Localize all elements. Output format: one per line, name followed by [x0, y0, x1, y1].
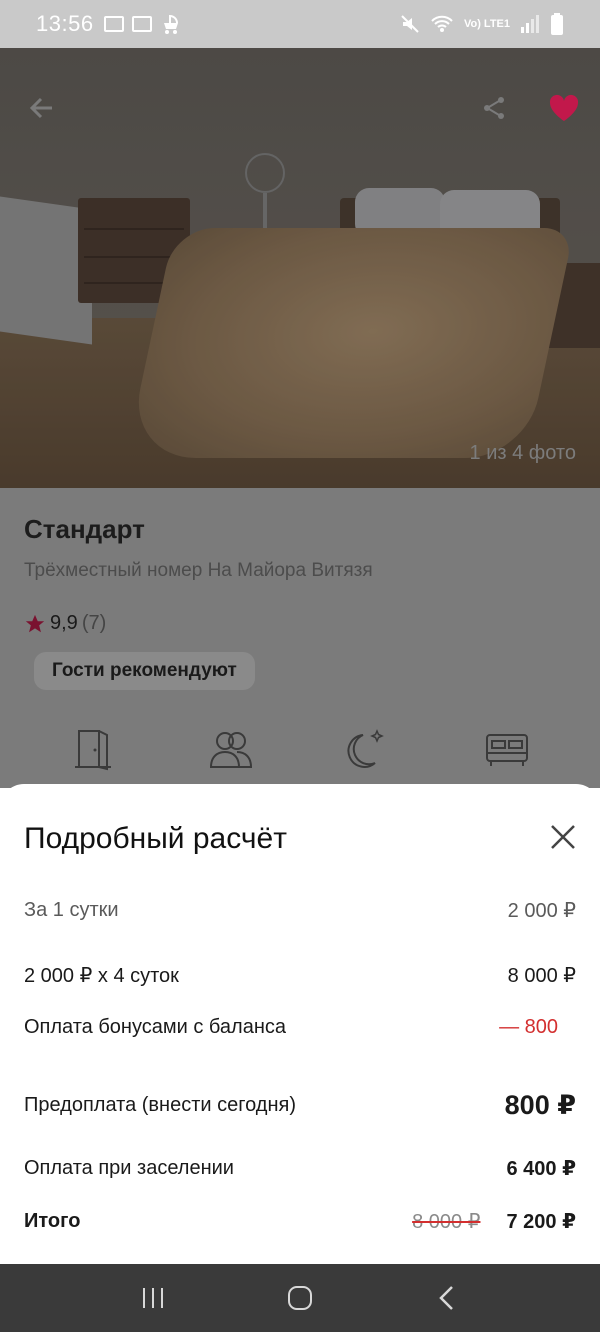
- recent-apps-icon: [143, 1288, 164, 1308]
- recent-apps-button[interactable]: [129, 1274, 177, 1322]
- row-label: 2 000 ₽ x 4 суток: [24, 965, 179, 987]
- battery-icon: [551, 13, 563, 35]
- status-icons-right: Vo) LTE1: [400, 13, 564, 35]
- sheet-title: Подробный расчёт: [24, 822, 287, 855]
- row-value: 2 000 ₽: [507, 900, 576, 922]
- wifi-icon: [431, 15, 453, 32]
- image-icon: [131, 16, 152, 32]
- arrow-left-icon: [29, 97, 52, 119]
- back-chevron-icon: [438, 1286, 453, 1310]
- amenity-bed: [480, 722, 534, 776]
- price-row-total: Итого 8 000 ₽ 7 200 ₽: [24, 1209, 576, 1234]
- room-photo[interactable]: 1 из 4 фото: [0, 48, 600, 488]
- star-icon: [25, 614, 45, 632]
- price-row-checkin-payment: Оплата при заселении 6 400 ₽: [24, 1156, 576, 1181]
- home-button[interactable]: [276, 1274, 324, 1322]
- status-bar: 13:56 Vo) LTE1: [0, 0, 600, 48]
- guests-recommend-badge: Гости рекомендуют: [34, 652, 255, 690]
- row-label: Оплата бонусами с баланса: [24, 1016, 286, 1038]
- home-icon: [287, 1286, 312, 1310]
- amenity-door: [66, 722, 120, 776]
- price-row-per-night: За 1 сутки 2 000 ₽: [24, 898, 576, 923]
- row-label: Предоплата (внести сегодня): [24, 1094, 296, 1116]
- status-icons-left: [103, 13, 182, 35]
- row-label: За 1 сутки: [24, 899, 119, 921]
- amenity-guests: [204, 722, 258, 776]
- row-label: Оплата при заселении: [24, 1157, 234, 1179]
- signal-icon: [521, 15, 539, 33]
- price-row-nights-total: 2 000 ₽ x 4 суток 8 000 ₽: [24, 963, 576, 988]
- monitor-icon: [103, 16, 124, 32]
- share-icon: [484, 97, 504, 119]
- share-button[interactable]: [474, 88, 514, 128]
- system-nav-bar: [0, 1264, 600, 1332]
- amenity-night: [340, 722, 394, 776]
- close-icon: [551, 825, 575, 849]
- rating-value: 9,9: [50, 612, 78, 634]
- back-nav-button[interactable]: [423, 1274, 471, 1322]
- room-rating[interactable]: 9,9 (7): [24, 612, 106, 635]
- total-values: 8 000 ₽ 7 200 ₽: [412, 1209, 576, 1234]
- status-time: 13:56: [36, 11, 94, 36]
- bed-icon: [486, 734, 528, 766]
- close-button[interactable]: [546, 820, 580, 854]
- room-title: Стандарт: [24, 514, 145, 544]
- stroller-icon: [163, 14, 178, 34]
- mute-icon: [401, 15, 419, 33]
- row-value: 6 400 ₽: [506, 1158, 576, 1180]
- row-value: 800 ₽: [504, 1090, 576, 1120]
- guests-icon: [209, 732, 253, 768]
- room-subtitle: Трёхместный номер На Майора Витязя: [24, 560, 373, 581]
- back-button[interactable]: [22, 88, 62, 128]
- review-count: (7): [81, 612, 107, 634]
- photo-counter: 1 из 4 фото: [469, 442, 576, 464]
- network-label: Vo) LTE1: [463, 18, 510, 30]
- heart-icon: [549, 94, 579, 121]
- favorite-button[interactable]: [544, 88, 584, 128]
- total-label: Итого: [24, 1210, 81, 1232]
- row-value: 8 000 ₽: [507, 965, 576, 987]
- price-row-prepayment: Предоплата (внести сегодня) 800 ₽: [24, 1090, 576, 1121]
- old-total-price: 8 000 ₽: [412, 1211, 481, 1233]
- night-icon: [347, 729, 384, 768]
- row-value-negative: — 800: [499, 1016, 558, 1038]
- price-row-bonus: Оплата бонусами с баланса — 800: [24, 1016, 576, 1039]
- total-price: 7 200 ₽: [506, 1211, 576, 1233]
- door-icon: [75, 730, 111, 771]
